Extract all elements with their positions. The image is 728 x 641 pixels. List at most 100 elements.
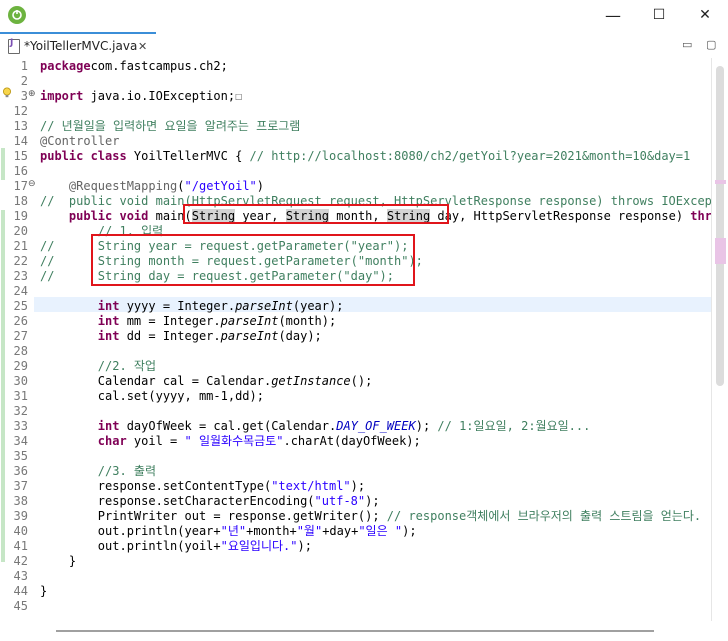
code-text[interactable]: //2. 작업 bbox=[40, 359, 156, 374]
code-line[interactable]: 30 Calendar cal = Calendar.getInstance()… bbox=[0, 374, 711, 389]
code-line[interactable]: 26 int mm = Integer.parseInt(month); bbox=[0, 314, 711, 329]
code-line[interactable]: 24 bbox=[0, 284, 711, 299]
code-line[interactable]: 44} bbox=[0, 584, 711, 599]
code-token: public class bbox=[40, 149, 127, 163]
code-token: PrintWriter out = response.getWriter(); bbox=[40, 509, 387, 523]
code-line[interactable]: 32 bbox=[0, 404, 711, 419]
code-text[interactable]: // 년월일을 입력하면 요일을 알려주는 프로그램 bbox=[40, 119, 300, 134]
code-line[interactable]: 43 bbox=[0, 569, 711, 584]
code-token: thro bbox=[690, 209, 711, 223]
code-line[interactable]: 25 int yyyy = Integer.parseInt(year); bbox=[0, 299, 711, 314]
line-number: 26 bbox=[13, 314, 28, 328]
code-line[interactable]: 2 bbox=[0, 74, 711, 89]
code-line[interactable]: 36 //3. 출력 bbox=[0, 464, 711, 479]
code-token: " 일월화수목금토" bbox=[184, 434, 284, 448]
code-line[interactable]: 42 } bbox=[0, 554, 711, 569]
line-number: 33 bbox=[13, 419, 28, 433]
code-line[interactable]: 3 import java.io.IOException;☐ bbox=[0, 89, 711, 104]
code-line[interactable]: 15 public class YoilTellerMVC { // http:/… bbox=[0, 149, 711, 164]
overview-marker[interactable] bbox=[715, 238, 726, 264]
annotation-box-parameters bbox=[183, 204, 449, 224]
code-text[interactable]: public class YoilTellerMVC { // http://l… bbox=[40, 149, 690, 164]
line-number: 19 bbox=[13, 209, 28, 223]
code-line[interactable]: 14 @Controller bbox=[0, 134, 711, 149]
code-text[interactable]: @Controller bbox=[40, 134, 119, 149]
code-token: parseInt bbox=[235, 299, 293, 313]
line-number: 16 bbox=[13, 164, 28, 178]
fold-toggle-icon[interactable]: ⊕ bbox=[28, 89, 36, 99]
code-line[interactable]: 31 cal.set(yyyy, mm-1,dd); bbox=[0, 389, 711, 404]
overview-marker[interactable] bbox=[715, 180, 726, 184]
vertical-scroll-thumb[interactable] bbox=[716, 66, 724, 386]
code-line[interactable]: 17 @RequestMapping("/getYoil") bbox=[0, 179, 711, 194]
code-text[interactable]: int dayOfWeek = cal.get(Calendar.DAY_OF_… bbox=[40, 419, 591, 434]
code-line[interactable]: 29 //2. 작업 bbox=[0, 359, 711, 374]
code-text[interactable]: @RequestMapping("/getYoil") bbox=[40, 179, 264, 194]
horizontal-scrollbar[interactable] bbox=[0, 621, 711, 641]
annotation-box-commented-code bbox=[91, 234, 415, 286]
code-line[interactable]: 28 bbox=[0, 344, 711, 359]
maximize-button[interactable]: ☐ bbox=[636, 0, 682, 30]
code-text[interactable]: } bbox=[40, 584, 47, 599]
line-number: 34 bbox=[13, 434, 28, 448]
code-token: (year); bbox=[292, 299, 344, 313]
code-text[interactable]: char yoil = " 일월화수목금토".charAt(dayOfWeek)… bbox=[40, 434, 421, 449]
vertical-scrollbar[interactable] bbox=[711, 58, 728, 621]
code-line[interactable]: 40 out.println(year+"년"+month+"월"+day+"일… bbox=[0, 524, 711, 539]
code-text[interactable]: response.setContentType("text/html"); bbox=[40, 479, 365, 494]
code-line[interactable]: 39 PrintWriter out = response.getWriter(… bbox=[0, 509, 711, 524]
code-token: out.println(year+ bbox=[40, 524, 221, 538]
code-editor[interactable]: 1 packagecom.fastcampus.ch2; 2 3 import java… bbox=[0, 58, 711, 621]
code-line[interactable]: 45 bbox=[0, 599, 711, 614]
code-line[interactable]: 38 response.setCharacterEncoding("utf-8"… bbox=[0, 494, 711, 509]
code-token: DAY_OF_WEEK bbox=[336, 419, 416, 433]
line-number: 41 bbox=[13, 539, 28, 553]
code-line[interactable]: 1 packagecom.fastcampus.ch2; bbox=[0, 59, 711, 74]
code-text[interactable]: out.println(yoil+"요일입니다."); bbox=[40, 539, 312, 554]
code-line[interactable]: 41 out.println(yoil+"요일입니다."); bbox=[0, 539, 711, 554]
code-text[interactable]: out.println(year+"년"+month+"월"+day+"일은 "… bbox=[40, 524, 417, 539]
code-line[interactable]: 12 bbox=[0, 104, 711, 119]
code-line[interactable]: 13 // 년월일을 입력하면 요일을 알려주는 프로그램 bbox=[0, 119, 711, 134]
close-button[interactable]: ✕ bbox=[682, 0, 728, 30]
tab-yoil-teller-mvc[interactable]: *YoilTellerMVC.java ✕ bbox=[0, 32, 156, 58]
code-text[interactable]: packagecom.fastcampus.ch2; bbox=[40, 59, 228, 74]
code-token: int bbox=[97, 419, 120, 433]
code-line[interactable]: 33 int dayOfWeek = cal.get(Calendar.DAY_… bbox=[0, 419, 711, 434]
horizontal-scroll-thumb[interactable] bbox=[56, 630, 654, 632]
tab-close-icon[interactable]: ✕ bbox=[138, 40, 147, 53]
line-number: 18 bbox=[13, 194, 28, 208]
code-line[interactable]: 16 bbox=[0, 164, 711, 179]
window-titlebar: — ☐ ✕ bbox=[0, 0, 728, 30]
code-text[interactable]: Calendar cal = Calendar.getInstance(); bbox=[40, 374, 373, 389]
line-number: 42 bbox=[13, 554, 28, 568]
code-text[interactable]: PrintWriter out = response.getWriter(); … bbox=[40, 509, 701, 524]
minimize-button[interactable]: — bbox=[590, 0, 636, 30]
code-token: (); bbox=[350, 374, 373, 388]
code-text[interactable]: cal.set(yyyy, mm-1,dd); bbox=[40, 389, 264, 404]
warning-lightbulb-icon[interactable] bbox=[2, 87, 13, 98]
fold-toggle-icon[interactable]: ⊖ bbox=[28, 179, 36, 189]
editor-maximize-icon[interactable]: ▢ bbox=[706, 38, 716, 51]
code-token: "요일입니다." bbox=[220, 539, 298, 553]
code-token: response.setContentType( bbox=[40, 479, 272, 493]
code-line[interactable]: 34 char yoil = " 일월화수목금토".charAt(dayOfWe… bbox=[0, 434, 711, 449]
code-text[interactable]: import java.io.IOException;☐ bbox=[40, 89, 242, 104]
code-text[interactable]: int yyyy = Integer.parseInt(year); bbox=[40, 299, 344, 314]
code-text[interactable]: int dd = Integer.parseInt(day); bbox=[40, 329, 322, 344]
code-token: ); bbox=[402, 524, 417, 538]
editor-minimize-icon[interactable]: ▭ bbox=[682, 38, 692, 51]
code-line[interactable]: 27 int dd = Integer.parseInt(day); bbox=[0, 329, 711, 344]
code-token: ( bbox=[177, 179, 185, 193]
line-number: 21 bbox=[13, 239, 28, 253]
code-text[interactable]: //3. 출력 bbox=[40, 464, 156, 479]
code-line[interactable]: 35 bbox=[0, 449, 711, 464]
code-text[interactable]: } bbox=[40, 554, 76, 569]
code-line[interactable]: 37 response.setContentType("text/html"); bbox=[0, 479, 711, 494]
line-number: 39 bbox=[13, 509, 28, 523]
code-text[interactable]: int mm = Integer.parseInt(month); bbox=[40, 314, 336, 329]
code-token: int bbox=[97, 329, 120, 343]
code-token: dayOfWeek = cal.get(Calendar. bbox=[119, 419, 337, 433]
code-text[interactable]: response.setCharacterEncoding("utf-8"); bbox=[40, 494, 380, 509]
code-token: } bbox=[40, 584, 48, 598]
